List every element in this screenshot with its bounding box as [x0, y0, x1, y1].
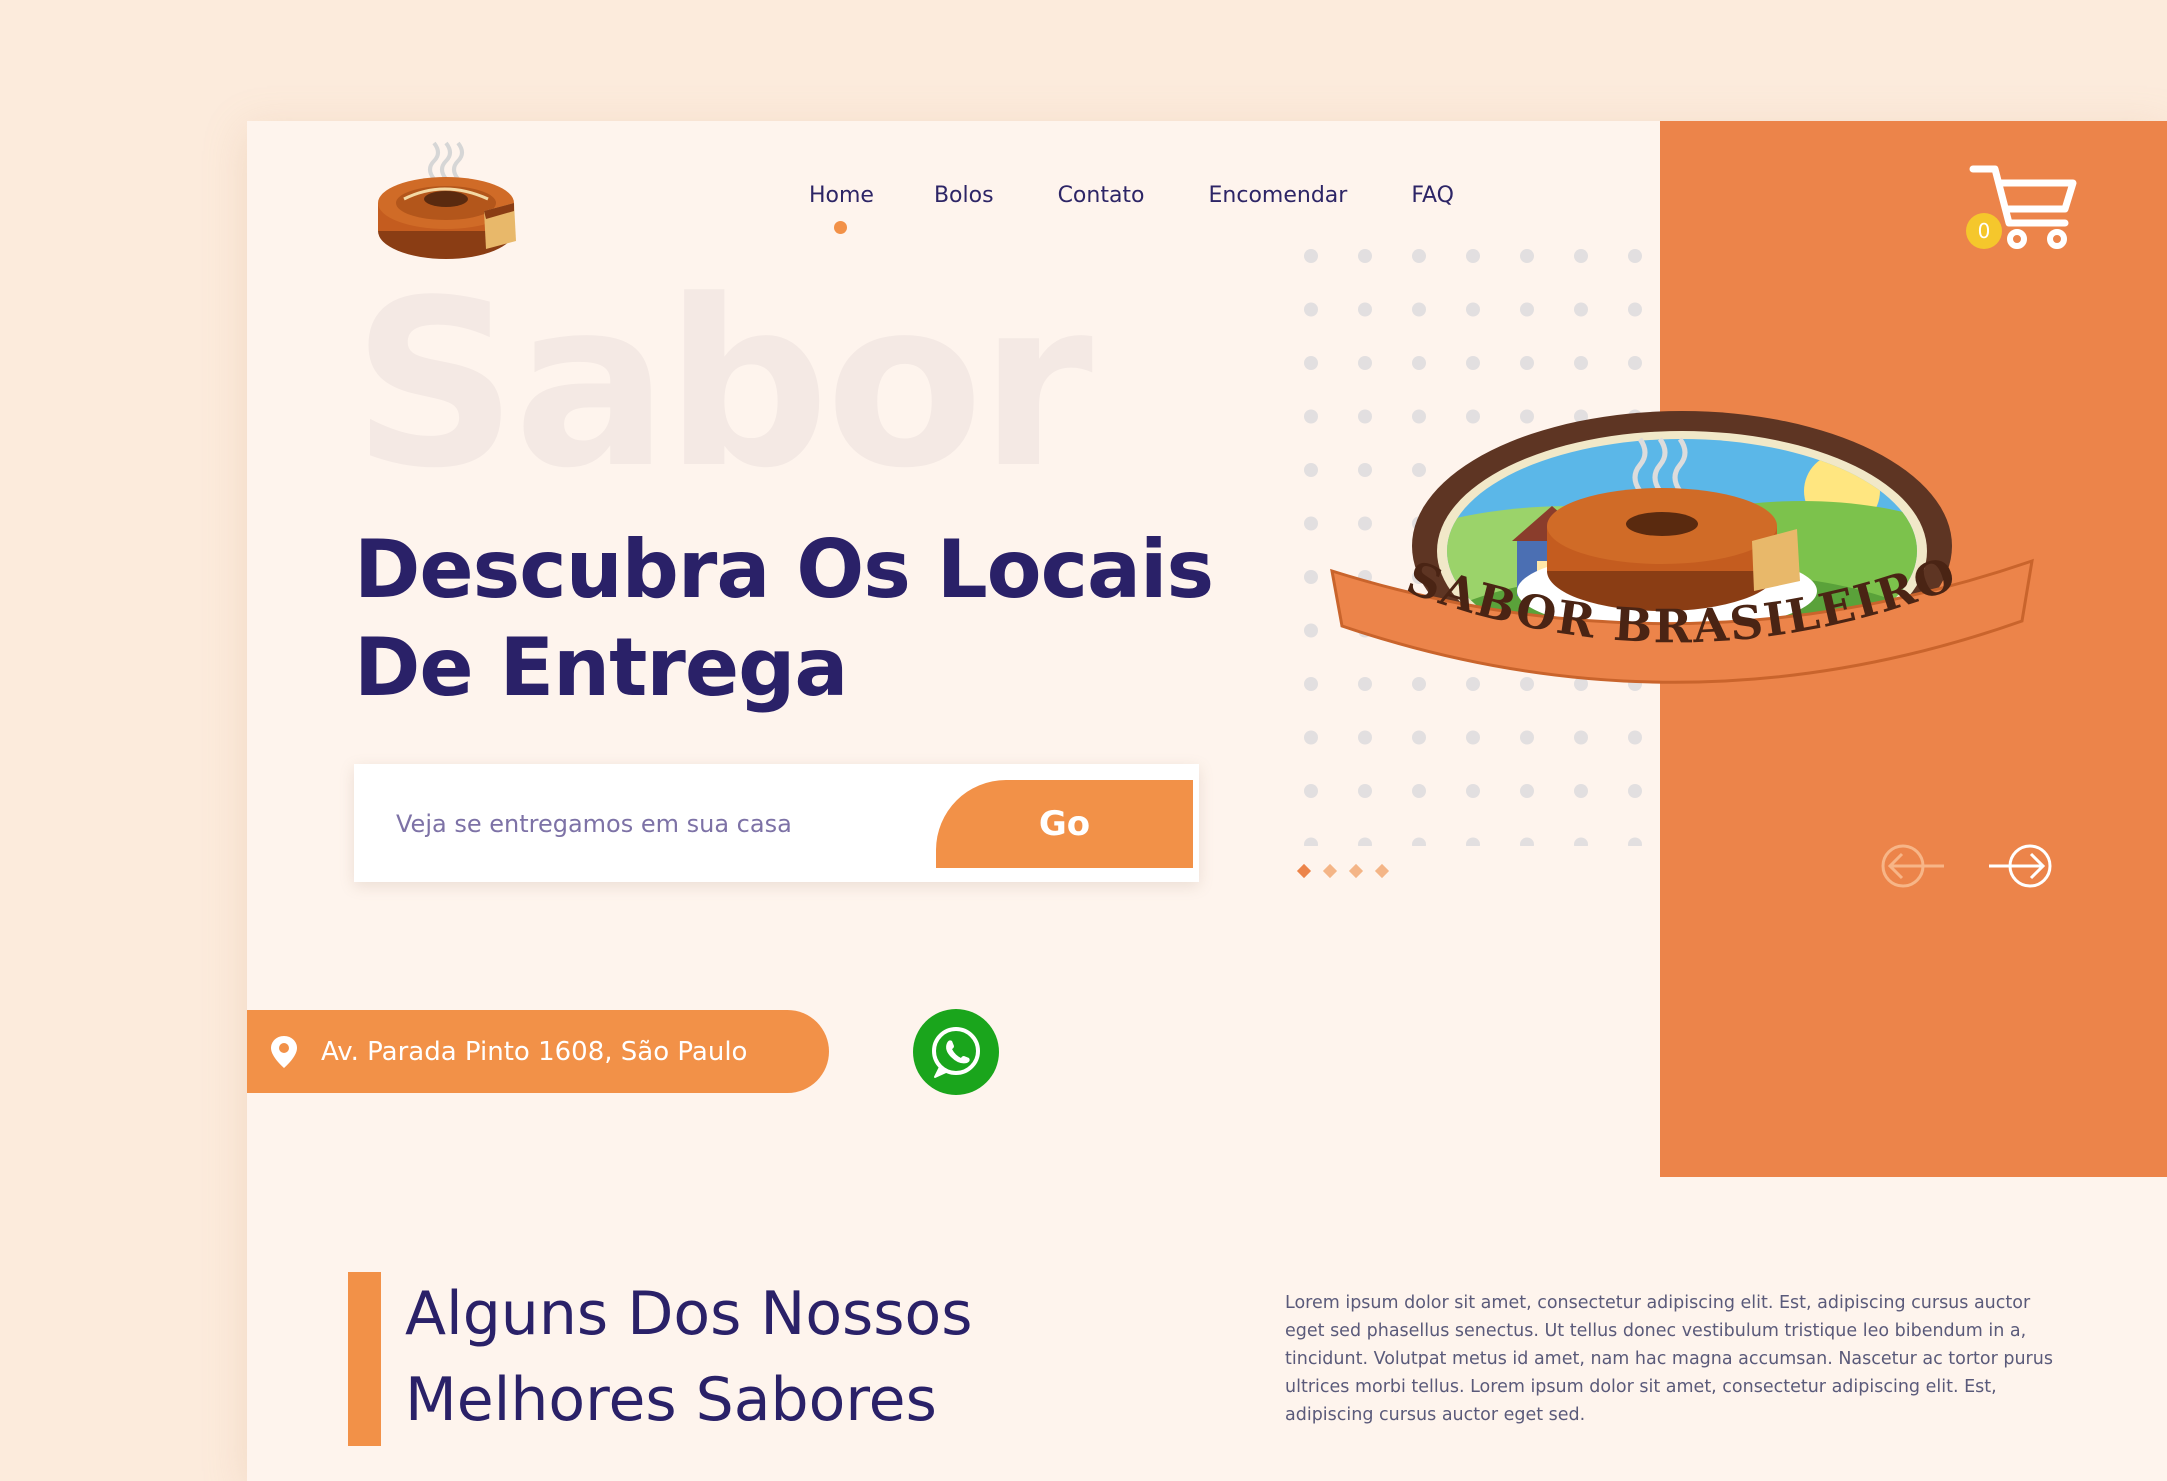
grid-dot	[1304, 677, 1318, 691]
grid-dot	[1574, 837, 1588, 846]
delivery-search-box: Go	[354, 764, 1199, 882]
grid-dot	[1358, 837, 1372, 846]
nav-item-label: Bolos	[933, 183, 994, 208]
grid-dot	[1412, 302, 1426, 317]
grid-dot	[1520, 302, 1534, 317]
section-accent-bar	[348, 1272, 381, 1446]
grid-dot	[1466, 837, 1480, 846]
delivery-search-input[interactable]	[394, 799, 898, 849]
location-pin-icon	[271, 1035, 297, 1068]
grid-dot	[1466, 302, 1480, 317]
nav-item-home[interactable]: Home	[809, 183, 874, 234]
grid-dot	[1304, 249, 1318, 263]
grid-dot	[1358, 784, 1372, 798]
slider-dot[interactable]	[1322, 863, 1338, 879]
whatsapp-icon	[932, 1027, 980, 1078]
nav-item-contato[interactable]: Contato	[1058, 183, 1145, 208]
grid-dot	[1466, 784, 1480, 798]
grid-dot	[1304, 837, 1318, 846]
cart-count-badge: 0	[1966, 213, 2002, 249]
grid-dot	[1412, 356, 1426, 370]
grid-dot	[1304, 516, 1318, 531]
arrow-right-icon[interactable]	[1987, 843, 2053, 889]
section-title-line1: Alguns Dos Nossos	[405, 1279, 973, 1349]
nav-item-encomendar[interactable]: Encomendar	[1209, 183, 1348, 208]
grid-dot	[1304, 409, 1318, 424]
section-title: Alguns Dos Nossos Melhores Sabores	[405, 1271, 1205, 1443]
grid-dot	[1412, 784, 1426, 798]
grid-dot	[1358, 249, 1372, 263]
grid-dot	[1304, 302, 1318, 317]
grid-dot	[1628, 356, 1642, 370]
grid-dot	[1304, 730, 1318, 745]
bakery-logo[interactable]	[374, 141, 524, 266]
grid-dot	[1574, 249, 1588, 263]
nav-item-label: FAQ	[1411, 183, 1454, 208]
grid-dot	[1304, 570, 1318, 584]
grid-dot	[1574, 356, 1588, 370]
hero-title: Descubra Os Locais De Entrega	[354, 521, 1254, 717]
grid-dot	[1520, 837, 1534, 846]
grid-dot	[1466, 356, 1480, 370]
grid-dot	[1412, 837, 1426, 846]
hero-title-line2: De Entrega	[354, 621, 848, 714]
grid-dot	[1520, 249, 1534, 263]
grid-dot	[1358, 302, 1372, 317]
slider-dot[interactable]	[1374, 863, 1390, 879]
section-title-line2: Melhores Sabores	[405, 1365, 937, 1435]
grid-dot	[1574, 730, 1588, 745]
grid-dot	[1628, 249, 1642, 263]
whatsapp-button[interactable]	[913, 1009, 999, 1095]
grid-dot	[1628, 837, 1642, 846]
grid-dot	[1520, 784, 1534, 798]
nav-item-faq[interactable]: FAQ	[1411, 183, 1454, 208]
slider-dot[interactable]	[1296, 863, 1312, 879]
grid-dot	[1628, 302, 1642, 317]
landing-page-card: Home Bolos Contato Encomendar FAQ 0 Sabo…	[247, 121, 2167, 1481]
grid-dot	[1358, 730, 1372, 745]
slider-indicator	[1296, 863, 1390, 879]
hero-title-line1: Descubra Os Locais	[354, 523, 1214, 616]
grid-dot	[1574, 784, 1588, 798]
nav-item-label: Home	[809, 183, 874, 208]
sabor-brasileiro-badge: SABOR BRASILEIRO	[1330, 411, 2034, 684]
arrow-left-icon[interactable]	[1880, 843, 1946, 889]
grid-dot	[1304, 784, 1318, 798]
slider-dot[interactable]	[1348, 863, 1364, 879]
address-pill[interactable]: Av. Parada Pinto 1608, São Paulo	[247, 1010, 829, 1093]
grid-dot	[1412, 249, 1426, 263]
grid-dot	[1466, 730, 1480, 745]
main-nav: Home Bolos Contato Encomendar FAQ	[809, 183, 1454, 234]
grid-dot	[1358, 356, 1372, 370]
address-text: Av. Parada Pinto 1608, São Paulo	[321, 1036, 748, 1067]
section-description: Lorem ipsum dolor sit amet, consectetur …	[1285, 1293, 2053, 1425]
grid-dot	[1304, 463, 1318, 477]
ghost-background-word: Sabor	[352, 252, 1093, 519]
nav-item-label: Contato	[1057, 183, 1145, 208]
go-button[interactable]: Go	[936, 780, 1193, 868]
grid-dot	[1412, 730, 1426, 745]
grid-dot	[1520, 356, 1534, 370]
grid-dot	[1574, 302, 1588, 317]
grid-dot	[1304, 623, 1318, 638]
grid-dot	[1466, 249, 1480, 263]
grid-dot	[1628, 784, 1642, 798]
nav-item-bolos[interactable]: Bolos	[934, 183, 994, 208]
grid-dot	[1628, 730, 1642, 745]
grid-dot	[1304, 356, 1318, 370]
active-indicator-dot	[834, 221, 848, 234]
nav-item-label: Encomendar	[1208, 183, 1348, 208]
grid-dot	[1520, 730, 1534, 745]
